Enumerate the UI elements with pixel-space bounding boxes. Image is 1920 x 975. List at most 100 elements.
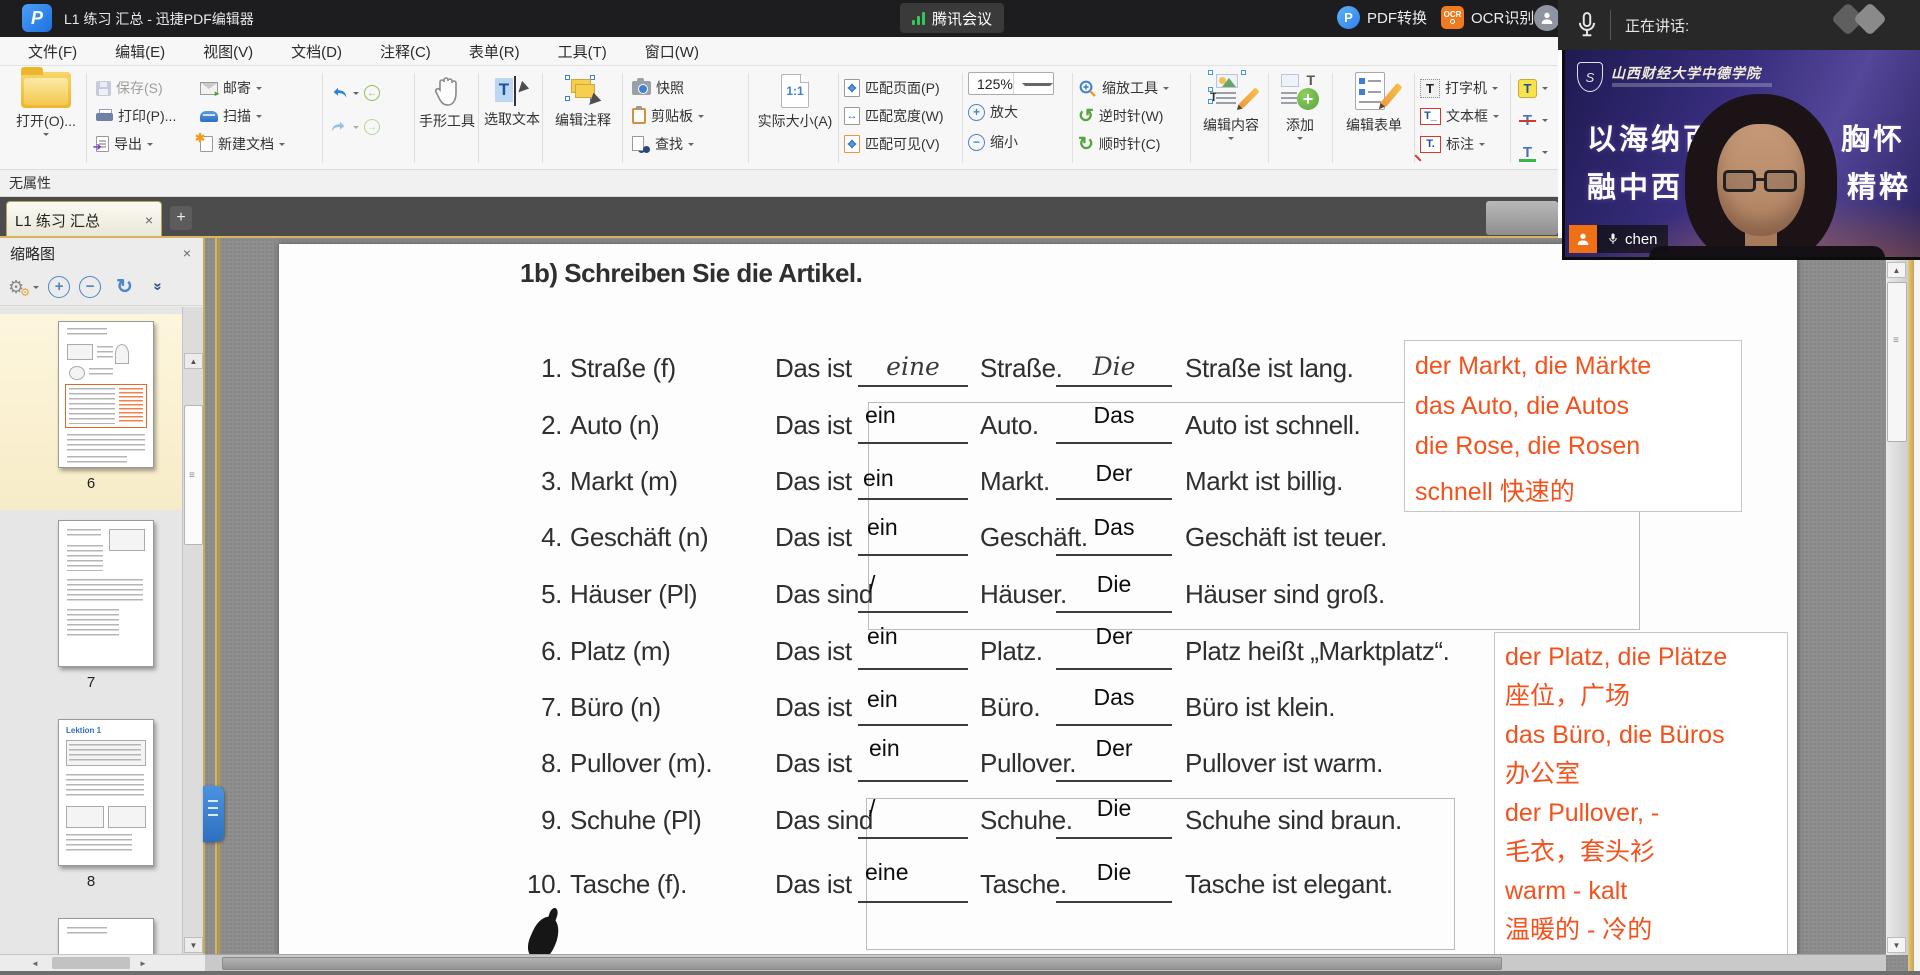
menu-file[interactable]: 文件(F) [16, 37, 89, 66]
panel-vertical-scrollbar[interactable]: ▲ ≡ ▼ [182, 307, 203, 955]
menu-tools[interactable]: 工具(T) [546, 37, 619, 66]
new-tab-button[interactable]: + [170, 206, 192, 230]
undo-icon[interactable] [330, 85, 348, 101]
answer-text[interactable]: Die [1059, 571, 1169, 598]
answer-text[interactable]: ein [861, 686, 965, 713]
answer-text[interactable]: eine [861, 352, 965, 381]
scroll-up-button[interactable]: ▲ [184, 353, 203, 369]
scrollbar-thumb[interactable] [222, 957, 1502, 970]
microphone-icon[interactable] [1574, 10, 1600, 40]
page-thumbnail[interactable] [58, 918, 154, 955]
vocab-note-box[interactable]: der Platz, die Plätze 座位，广场 das Büro, di… [1494, 632, 1788, 958]
strikethrough-text-button[interactable]: T [1518, 107, 1548, 133]
answer-text[interactable]: ein [861, 623, 965, 650]
open-button[interactable]: 打开(O)... [10, 66, 82, 170]
export-button[interactable]: ➔导出 [96, 131, 176, 157]
answer-text[interactable]: / [861, 571, 965, 598]
edit-form-button[interactable]: 编辑表单 [1336, 66, 1412, 170]
menu-form[interactable]: 表单(R) [457, 37, 532, 66]
menu-view[interactable]: 视图(V) [191, 37, 265, 66]
webcam-video[interactable]: S 山西财经大学中德学院 以海纳百 胸怀 融中西 精粹 chen [1562, 50, 1920, 260]
scroll-down-button[interactable]: ▼ [1887, 937, 1906, 953]
answer-text[interactable]: ein [861, 402, 965, 429]
hand-tool-button[interactable]: 手形工具 [416, 66, 478, 170]
fit-page-button[interactable]: ✥匹配页面(P) [844, 75, 944, 101]
zoom-level-select[interactable]: 125% [968, 72, 1054, 95]
textbox-button[interactable]: T_文本框 [1420, 103, 1499, 129]
menu-window[interactable]: 窗口(W) [633, 37, 711, 66]
highlight-text-button[interactable]: T [1518, 75, 1548, 101]
save-button[interactable]: 保存(S) [96, 75, 176, 101]
document-vertical-scrollbar[interactable]: ▲ ≡ ▼ [1886, 238, 1908, 955]
scan-button[interactable]: 扫描 [200, 103, 285, 129]
answer-text[interactable]: Das [1059, 684, 1169, 711]
mail-button[interactable]: 邮寄 [200, 75, 285, 101]
page-thumbnail[interactable]: Lektion 1 [58, 719, 154, 866]
panel-horizontal-scrollbar[interactable]: ◄ ► [0, 954, 205, 971]
zoom-in-button[interactable]: +放大 [968, 99, 1054, 125]
page-thumbnail[interactable] [58, 520, 154, 667]
menu-comment[interactable]: 注释(C) [368, 37, 443, 66]
answer-text[interactable]: ein [861, 514, 965, 541]
answer-text[interactable]: eine [861, 859, 965, 886]
document-horizontal-scrollbar[interactable] [205, 954, 1886, 972]
page-thumbnail[interactable] [58, 321, 154, 468]
edit-content-button[interactable]: T 编辑内容 [1196, 66, 1266, 170]
zoom-out-button[interactable]: −缩小 [968, 129, 1054, 155]
collapse-chevrons-icon[interactable]: » [150, 282, 167, 290]
ocr-button[interactable]: OCR OCR识别 [1441, 6, 1534, 29]
menu-edit[interactable]: 编辑(E) [103, 37, 177, 66]
scroll-down-button[interactable]: ▼ [184, 937, 203, 953]
redo-icon[interactable] [330, 119, 348, 135]
new-document-button[interactable]: ✱新建文档 [200, 131, 285, 157]
answer-text[interactable]: Die [1059, 352, 1169, 381]
print-button[interactable]: 打印(P)... [96, 103, 176, 129]
gear-icon[interactable]: ⚙ [8, 278, 24, 296]
vocab-note-box[interactable]: der Markt, die Märkte das Auto, die Auto… [1404, 340, 1742, 512]
answer-text[interactable]: Die [1059, 859, 1169, 886]
answer-text[interactable]: ein [861, 735, 965, 762]
scrollbar-thumb[interactable]: ≡ [1887, 282, 1907, 442]
panel-toggle-handle[interactable] [203, 786, 224, 842]
answer-text[interactable]: Der [1059, 460, 1169, 487]
answer-text[interactable]: Das [1059, 514, 1169, 541]
rotate-page-icon[interactable]: ↻ [116, 277, 133, 297]
snapshot-button[interactable]: 快照 [632, 75, 704, 101]
answer-text[interactable]: Der [1059, 735, 1169, 762]
answer-text[interactable]: Die [1059, 795, 1169, 822]
answer-text[interactable]: Der [1059, 623, 1169, 650]
thumbnail-zoom-out-button[interactable]: − [79, 276, 101, 298]
rotate-cw-button[interactable]: ↻顺时针(C) [1078, 131, 1169, 157]
scroll-left-button[interactable]: ◄ [26, 956, 44, 970]
zoom-tool-button[interactable]: 缩放工具 [1078, 75, 1169, 101]
fit-width-button[interactable]: ↔匹配宽度(W) [844, 103, 944, 129]
tab-close-icon[interactable]: × [145, 213, 153, 227]
underline-text-button[interactable]: T [1518, 139, 1548, 165]
rotate-ccw-button[interactable]: ↺逆时针(W) [1078, 103, 1169, 129]
clipboard-button[interactable]: 剪贴板 [632, 103, 704, 129]
account-avatar[interactable] [1534, 5, 1560, 31]
answer-text[interactable]: Das [1059, 402, 1169, 429]
select-text-button[interactable]: T 选取文本 [482, 66, 542, 170]
scrollbar-thumb[interactable]: ≡ [184, 405, 203, 545]
actual-size-button[interactable]: 1:1 实际大小(A) [752, 66, 838, 170]
find-button[interactable]: 查找 [632, 131, 704, 157]
typewriter-button[interactable]: T打字机 [1420, 75, 1499, 101]
answer-text[interactable]: / [861, 795, 965, 822]
panel-close-icon[interactable]: × [183, 246, 191, 260]
add-button[interactable]: T+ 添加 [1272, 66, 1328, 170]
go-forward-button[interactable]: → [364, 119, 380, 135]
edit-note-button[interactable]: 编辑注释 [546, 66, 620, 170]
fit-visible-button[interactable]: ✥匹配可见(V) [844, 131, 944, 157]
menu-document[interactable]: 文档(D) [279, 37, 354, 66]
pdf-convert-button[interactable]: P PDF转换 [1337, 6, 1427, 29]
answer-text[interactable]: ein [861, 465, 965, 492]
callout-button[interactable]: T.标注 [1420, 131, 1499, 157]
scroll-up-button[interactable]: ▲ [1887, 262, 1906, 278]
go-back-button[interactable]: ← [364, 85, 380, 101]
thumbnail-zoom-in-button[interactable]: + [48, 276, 70, 298]
scroll-right-button[interactable]: ► [134, 956, 152, 970]
meeting-badge[interactable]: 腾讯会议 [900, 3, 1004, 33]
document-tab[interactable]: L1 练习 汇总 × [6, 201, 162, 238]
scrollbar-thumb[interactable] [52, 957, 130, 969]
